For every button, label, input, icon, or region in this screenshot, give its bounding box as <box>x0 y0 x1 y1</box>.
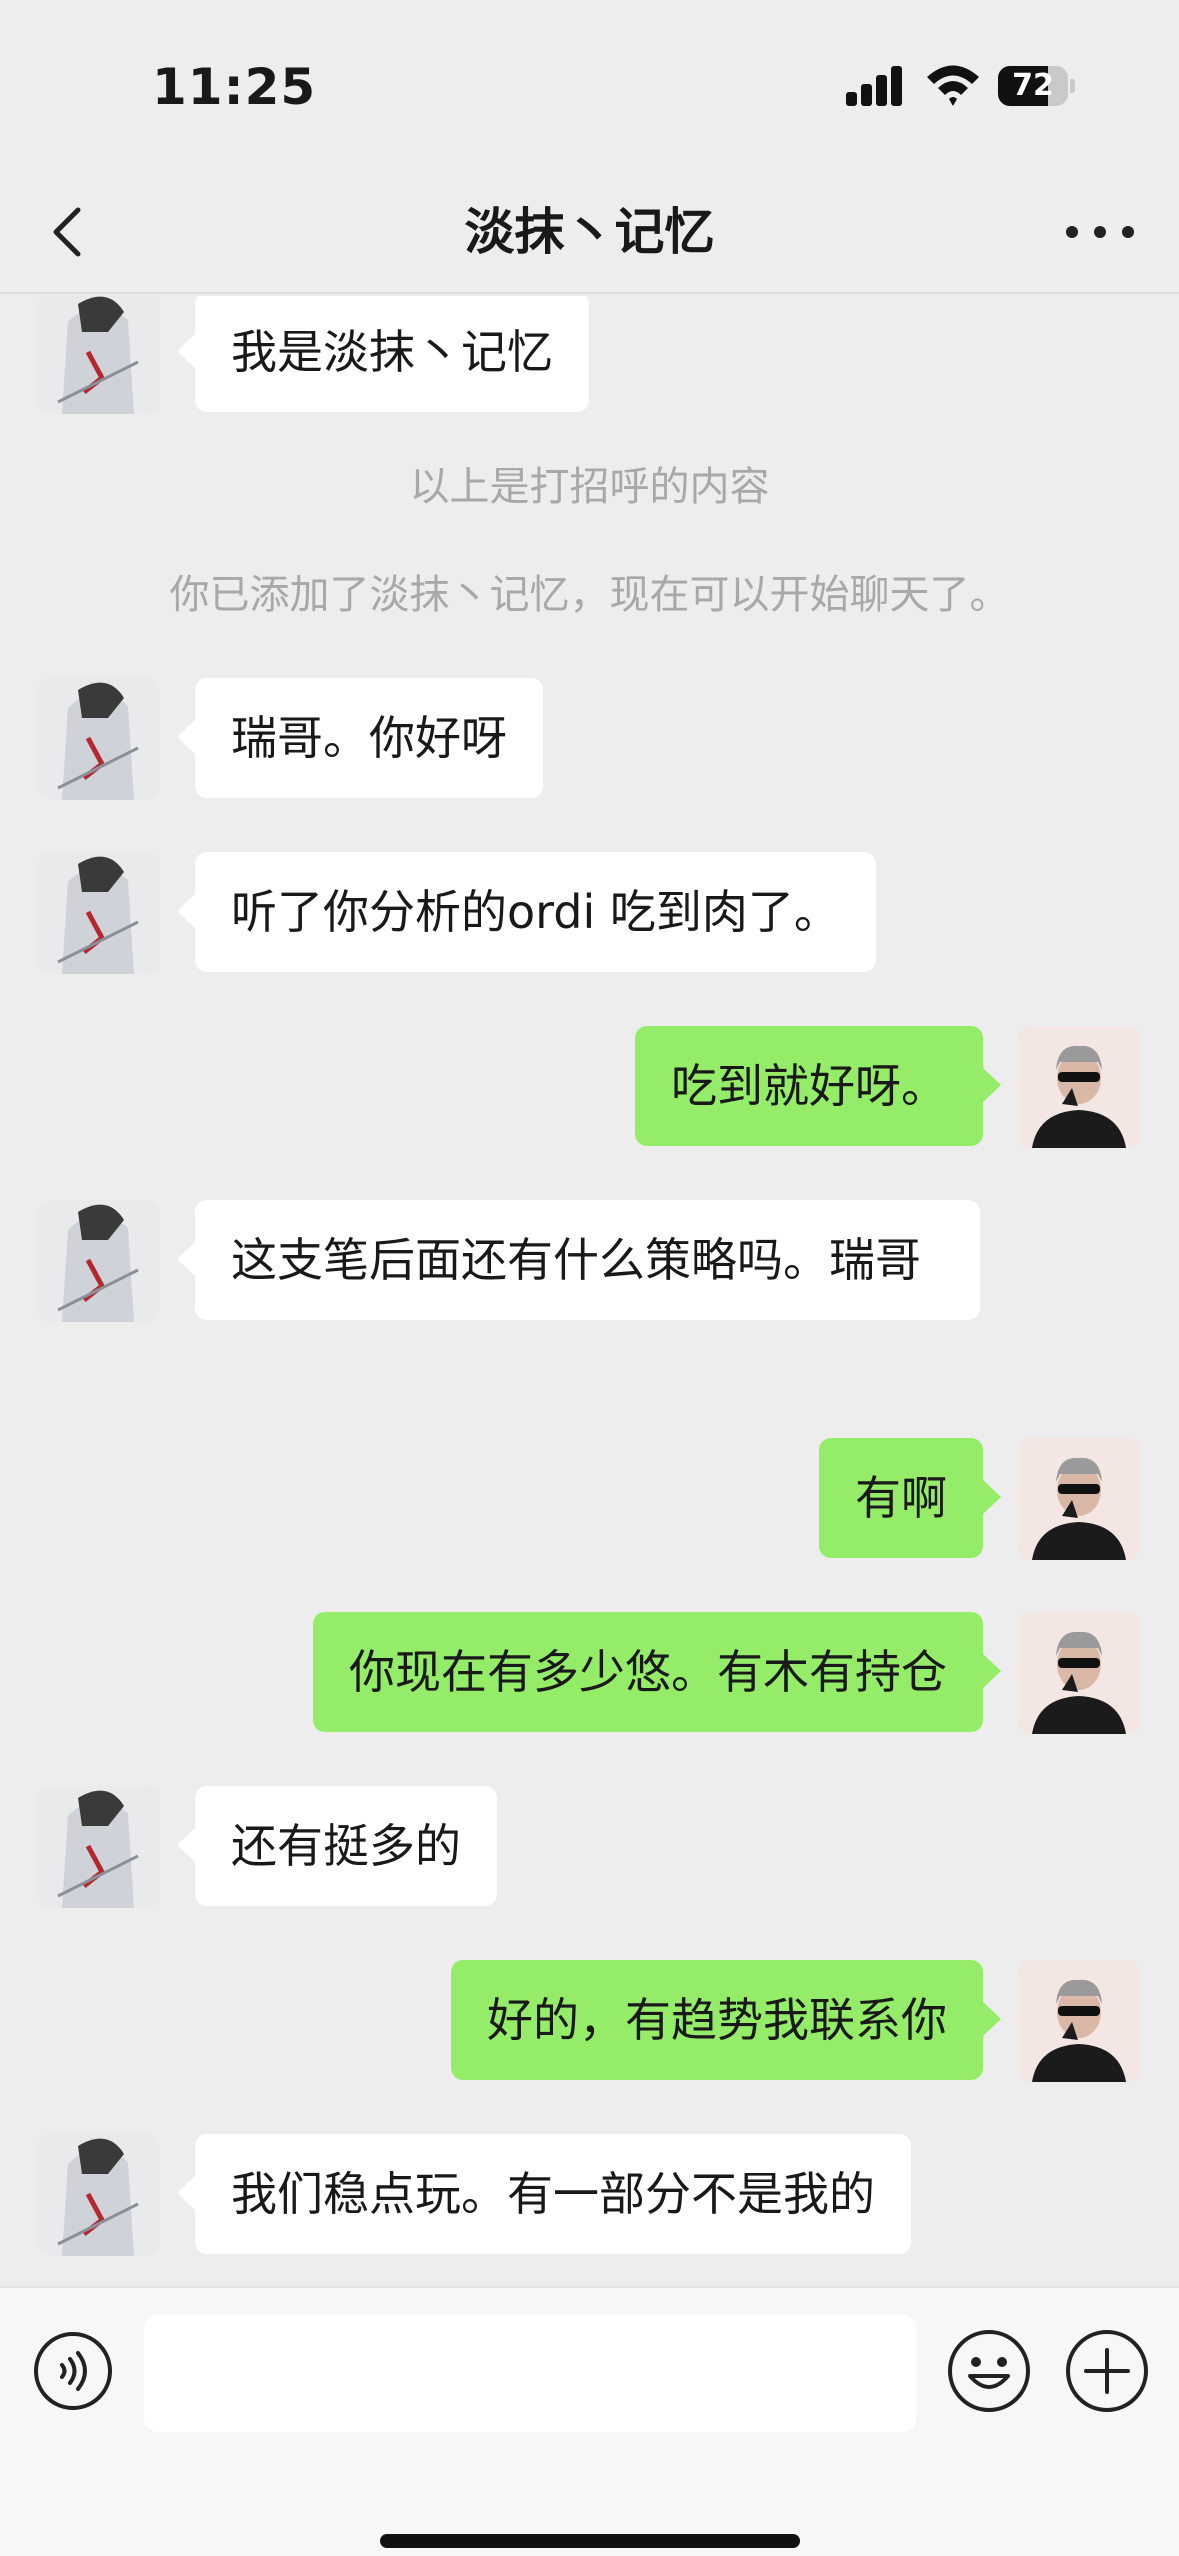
my-avatar[interactable] <box>1018 1960 1140 2082</box>
message-bubble[interactable]: 你现在有多少悠。有木有持仓 <box>313 1612 1001 1732</box>
cellular-signal-icon <box>846 66 904 106</box>
system-message: 以上是打招呼的内容 <box>409 464 770 510</box>
plus-icon[interactable] <box>1064 2328 1150 2414</box>
input-bar <box>0 2286 1179 2556</box>
my-avatar[interactable] <box>1018 1438 1140 1560</box>
contact-avatar[interactable] <box>38 852 160 974</box>
wifi-icon <box>927 65 979 106</box>
home-indicator[interactable] <box>380 2534 800 2548</box>
contact-avatar[interactable] <box>38 678 160 800</box>
contact-avatar[interactable] <box>38 296 160 414</box>
message-bubble[interactable]: 有啊 <box>819 1438 1001 1558</box>
chat-title: 淡抹丶记忆 <box>464 203 715 261</box>
my-avatar[interactable] <box>1018 1612 1140 1734</box>
chat-header: 淡抹丶记忆 <box>0 170 1179 294</box>
message-input[interactable] <box>144 2314 916 2432</box>
system-message: 你已添加了淡抹丶记忆，现在可以开始聊天了。 <box>169 572 1010 618</box>
message-bubble[interactable]: 好的，有趋势我联系你 <box>451 1960 1001 2080</box>
message-list[interactable]: 我是淡抹丶记忆 以上是打招呼的内容 你已添加了淡抹丶记忆，现在可以开始聊天了。 … <box>0 296 1179 2286</box>
status-bar: 11:25 72 <box>0 0 1179 170</box>
contact-avatar[interactable] <box>38 1786 160 1908</box>
contact-avatar[interactable] <box>38 2134 160 2256</box>
message-bubble[interactable]: 这支笔后面还有什么策略吗。瑞哥 <box>177 1200 980 1320</box>
battery-level: 72 <box>1012 68 1054 103</box>
emoji-icon[interactable] <box>946 2328 1032 2414</box>
message-bubble[interactable]: 瑞哥。你好呀 <box>177 678 543 798</box>
my-avatar[interactable] <box>1018 1026 1140 1148</box>
message-bubble[interactable]: 听了你分析的ordi 吃到肉了。 <box>177 852 876 972</box>
message-bubble[interactable]: 吃到就好呀。 <box>635 1026 1001 1146</box>
message-bubble[interactable]: 我是淡抹丶记忆 <box>177 296 589 412</box>
status-time: 11:25 <box>152 58 317 116</box>
message-bubble[interactable]: 我们稳点玩。有一部分不是我的 <box>177 2134 911 2254</box>
contact-avatar[interactable] <box>38 1200 160 1322</box>
message-bubble[interactable]: 还有挺多的 <box>177 1786 497 1906</box>
voice-icon[interactable] <box>32 2330 114 2412</box>
more-dots-icon[interactable] <box>1060 200 1140 264</box>
battery-icon: 72 <box>998 66 1076 106</box>
